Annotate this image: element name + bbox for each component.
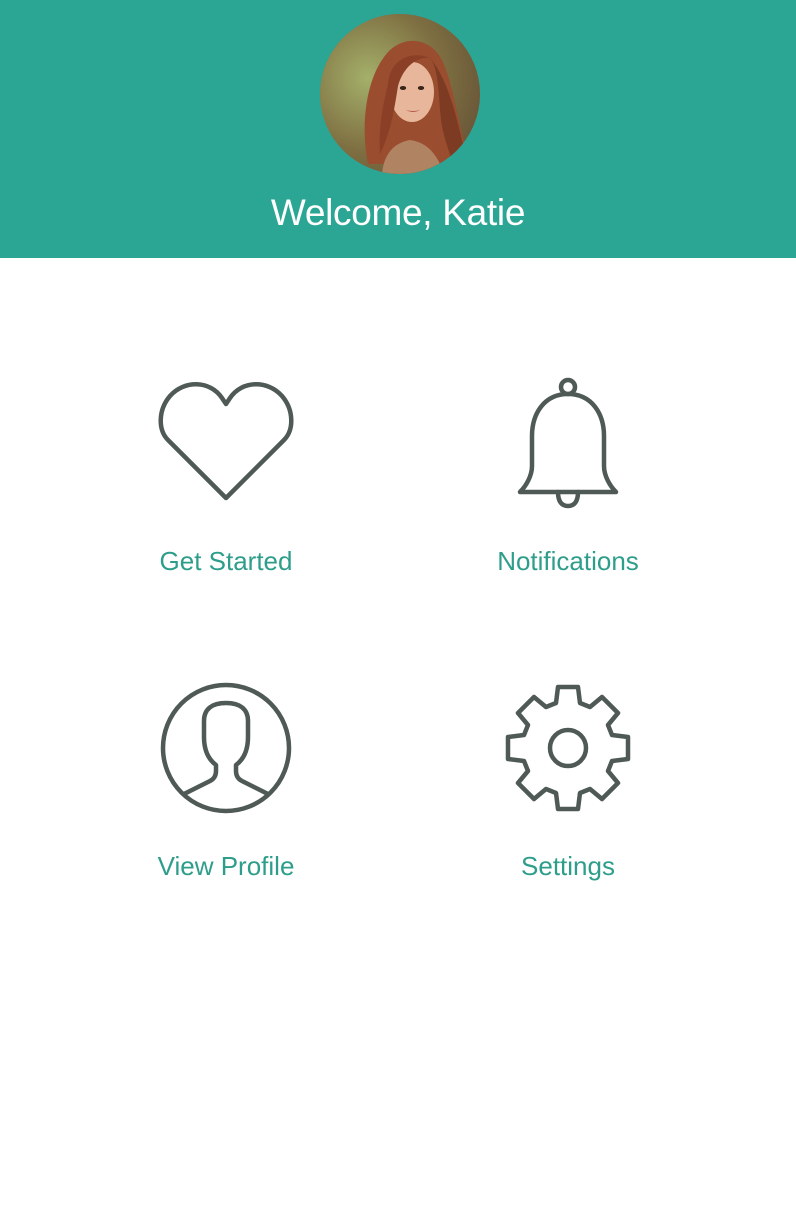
get-started-label: Get Started: [159, 546, 293, 576]
notifications-button[interactable]: Notifications: [438, 376, 698, 616]
settings-label: Settings: [521, 851, 615, 881]
gear-icon: [505, 684, 631, 812]
avatar[interactable]: [320, 14, 480, 174]
view-profile-label: View Profile: [157, 851, 295, 881]
notifications-label: Notifications: [497, 546, 639, 576]
get-started-button[interactable]: Get Started: [96, 376, 356, 616]
header-bar: Welcome, Katie: [0, 0, 796, 258]
settings-button[interactable]: Settings: [438, 681, 698, 921]
heart-icon: [158, 382, 294, 501]
bell-icon: [517, 377, 619, 509]
user-profile-icon: [160, 682, 292, 814]
welcome-heading: Welcome, Katie: [270, 192, 526, 233]
avatar-photo: [320, 14, 480, 174]
view-profile-button[interactable]: View Profile: [96, 681, 356, 921]
